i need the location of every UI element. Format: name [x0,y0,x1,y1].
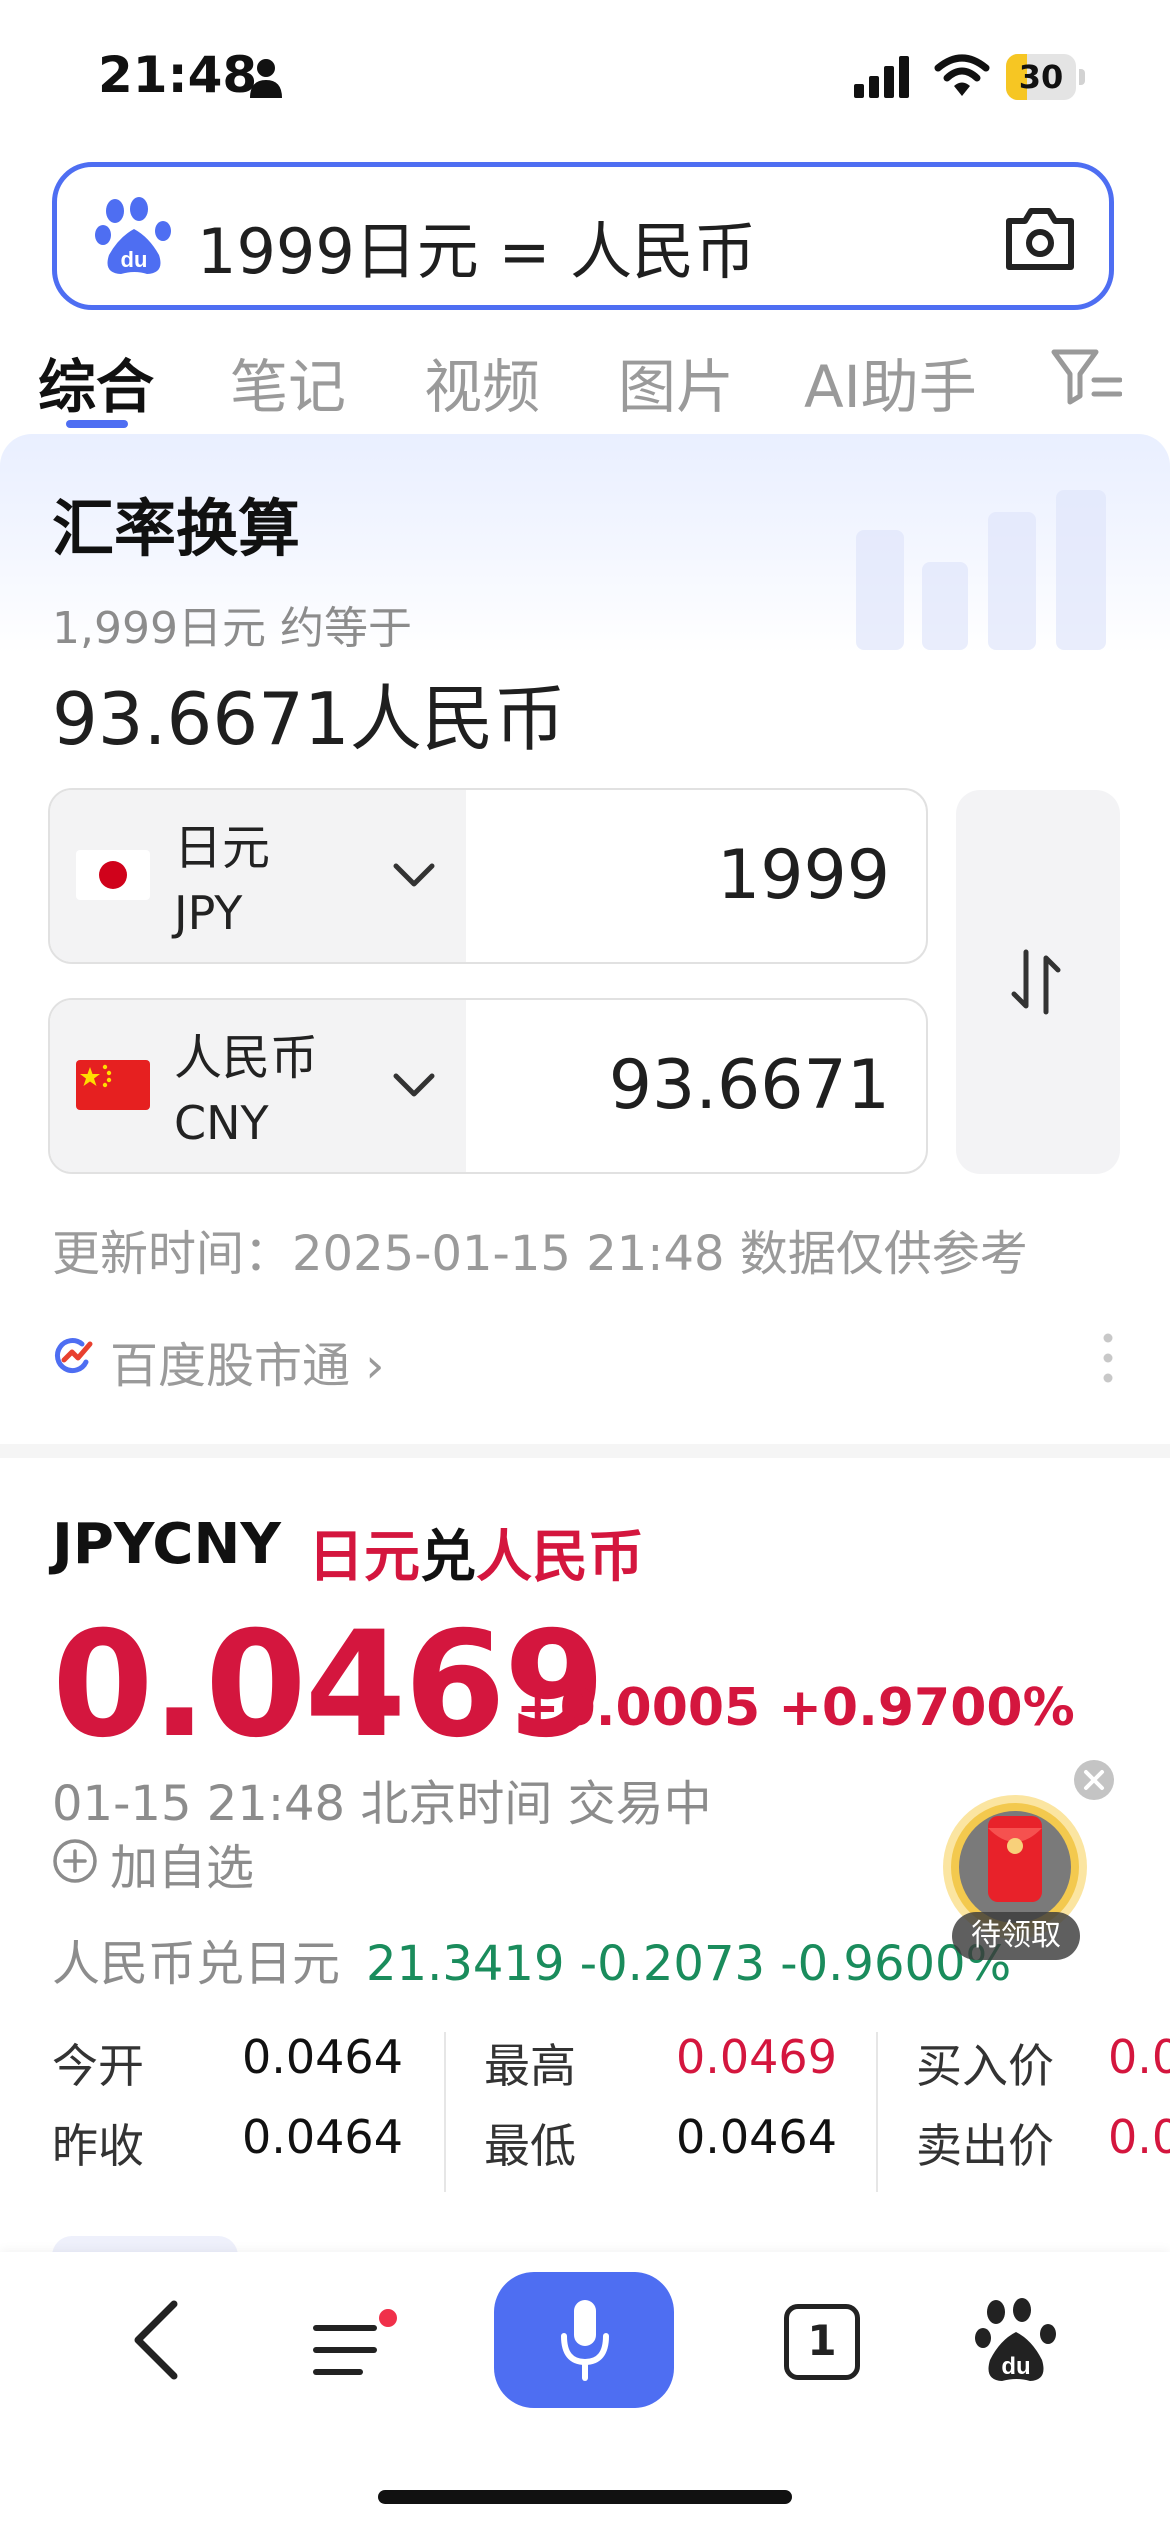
microphone-icon [561,2300,609,2381]
person-icon [250,59,282,98]
search-box[interactable]: du 1999日元 = 人民币 [52,162,1114,310]
pair-name-connector: 兑 [420,1525,476,1590]
section-divider [0,1444,1170,1458]
camera-icon[interactable] [1003,203,1077,273]
filter-icon[interactable] [1050,346,1122,408]
quote-time-status: 01-15 21:48 北京时间 交易中 [52,1776,712,1832]
active-tab-indicator [66,420,128,428]
prev-close-value: 0.0464 [242,2110,403,2164]
redpacket-label[interactable]: 待领取 [952,1912,1080,1960]
swap-icon [1011,949,1061,1015]
ask-value: 0.0469 [1108,2110,1170,2164]
open-value: 0.0464 [242,2030,403,2084]
from-currency-code: JPY [174,886,243,940]
ask-label: 卖出价 [916,2119,1054,2173]
stats-divider [444,2032,446,2192]
prev-close-label: 昨收 [52,2119,144,2173]
svg-text:du: du [1001,2353,1030,2380]
decorative-bars-graphic [856,490,1106,650]
bid-label: 买入价 [916,2039,1054,2093]
high-label: 最高 [484,2039,576,2093]
tab-ai-assistant[interactable]: AI助手 [804,340,977,424]
to-currency-selector[interactable]: 人民币 CNY [50,1000,466,1172]
chevron-down-icon [393,1073,435,1097]
update-time-text: 更新时间：2025-01-15 21:48 数据仅供参考 [52,1226,1028,1282]
reverse-rate-label: 人民币兑日元 [52,1936,341,1992]
bid-value: 0.0469 [1108,2030,1170,2084]
to-currency-name: 人民币 [174,1030,319,1086]
low-label: 最低 [484,2119,576,2173]
menu-icon[interactable] [310,2306,400,2380]
tab-count-button[interactable]: 1 [784,2304,860,2380]
high-value: 0.0469 [676,2030,837,2084]
baidu-home-icon[interactable]: du [974,2298,1058,2384]
pair-name-quote: 人民币 [476,1525,644,1590]
signal-icon [854,56,909,98]
status-time: 21:48 [98,46,258,104]
source-link[interactable]: 百度股市通 › [110,1326,384,1396]
china-flag-icon [76,1060,150,1110]
close-icon[interactable] [1072,1758,1116,1802]
from-currency-row: 日元 JPY 1999 [48,788,928,964]
stock-app-logo-icon [54,1338,93,1373]
stats-divider [876,2032,878,2192]
tab-videos[interactable]: 视频 [424,340,540,424]
tab-notes[interactable]: 笔记 [230,340,346,424]
from-amount-input[interactable]: 1999 [717,836,890,915]
more-options-icon[interactable] [1100,1330,1116,1386]
svg-text:du: du [121,247,148,272]
search-input[interactable]: 1999日元 = 人民币 [197,201,756,291]
reverse-rate-row: 人民币兑日元 21.3419 -0.2073 -0.9600% [52,1924,1011,1994]
baidu-paw-icon: du [95,197,171,274]
chevron-down-icon [393,863,435,887]
home-indicator [378,2490,792,2504]
battery-indicator: 30 [1006,54,1086,100]
pair-code: JPYCNY [52,1512,281,1577]
wifi-icon [934,54,990,96]
to-currency-code: CNY [174,1096,269,1150]
tab-images[interactable]: 图片 [618,340,734,424]
card-title: 汇率换算 [52,492,301,565]
pair-name-base: 日元 [308,1525,420,1590]
add-watchlist-button[interactable]: 加自选 [110,1828,254,1898]
add-watchlist-icon[interactable] [52,1838,98,1884]
price-change: +0.0005 +0.9700% [516,1678,1075,1738]
japan-flag-icon [76,850,150,900]
battery-level-text: 30 [1018,58,1064,96]
low-value: 0.0464 [676,2110,837,2164]
conversion-result: 93.6671人民币 [52,677,566,761]
to-amount-input[interactable]: 93.6671 [609,1046,890,1125]
reverse-rate-values: 21.3419 -0.2073 -0.9600% [366,1936,1012,1992]
pair-name: 日元兑人民币 [308,1512,644,1593]
back-arrow-icon[interactable] [128,2296,184,2384]
tab-general[interactable]: 综合 [38,340,154,424]
from-currency-selector[interactable]: 日元 JPY [50,790,466,962]
from-currency-name: 日元 [174,820,271,876]
approx-label: 1,999日元 约等于 [52,603,412,654]
to-currency-row: 人民币 CNY 93.6671 [48,998,928,1174]
open-label: 今开 [52,2039,144,2093]
